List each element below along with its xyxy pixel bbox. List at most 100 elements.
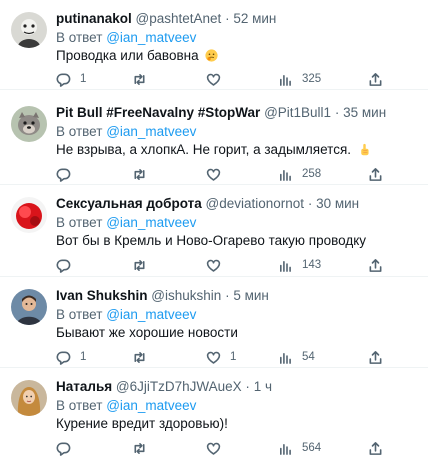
share-icon <box>369 72 382 86</box>
author-name[interactable]: Ivan Shukshin <box>56 288 148 303</box>
timestamp[interactable]: 5 мин <box>233 288 269 303</box>
timestamp[interactable]: 30 мин <box>316 196 359 211</box>
author-handle[interactable]: @6JjiTzD7hJWAueX <box>116 379 242 394</box>
author-name[interactable]: putinanakol <box>56 11 132 26</box>
separator-dot: · <box>307 196 313 211</box>
tweet-actions: 1 1 54 <box>56 347 428 367</box>
reply-prefix: В ответ <box>56 398 103 413</box>
reply-prefix: В ответ <box>56 215 103 230</box>
reply-bubble-icon <box>56 259 71 273</box>
views-bar-chart-icon <box>280 260 291 272</box>
thinking-face-icon <box>205 49 218 62</box>
retweet-icon <box>134 168 145 180</box>
reply-prefix: В ответ <box>56 30 103 45</box>
reply-mention-link[interactable]: @ian_matveev <box>106 398 196 413</box>
retweet-button[interactable] <box>132 69 156 89</box>
author-handle[interactable]: @pashtetAnet <box>136 11 222 26</box>
reply-button[interactable]: 1 <box>56 347 86 367</box>
reply-bubble-icon <box>56 168 71 182</box>
replies-feed: putinanakol @pashtetAnet · 52 мин В отве… <box>0 0 428 458</box>
share-button[interactable] <box>368 69 383 89</box>
reply-prefix: В ответ <box>56 307 103 322</box>
views-bar-chart-icon <box>280 74 291 86</box>
tweet-text-content: Бывают же хорошие новости <box>56 325 238 340</box>
pointing-up-hand-icon <box>361 143 369 156</box>
tweet[interactable]: Pit Bull #FreeNavalny #StopWar @Pit1Bull… <box>0 94 428 185</box>
reply-button[interactable] <box>56 164 80 184</box>
views-button[interactable]: 143 <box>278 255 321 275</box>
share-button[interactable] <box>368 255 383 275</box>
like-button[interactable] <box>206 255 230 275</box>
reply-bubble-icon <box>56 73 71 87</box>
tweet-header: putinanakol @pashtetAnet · 52 мин <box>56 10 424 28</box>
like-button[interactable] <box>206 438 230 458</box>
share-icon <box>369 441 382 455</box>
tweet-text-content: Вот бы в Кремль и Ново-Огарево такую про… <box>56 233 367 248</box>
author-handle[interactable]: @Pit1Bull1 <box>264 105 331 120</box>
reply-button[interactable] <box>56 255 80 275</box>
separator-dot: · <box>225 11 230 26</box>
like-button[interactable] <box>206 69 230 89</box>
views-count: 54 <box>302 351 315 363</box>
views-button[interactable]: 564 <box>278 438 321 458</box>
heart-icon <box>206 442 221 455</box>
share-button[interactable] <box>368 347 383 367</box>
reply-mention-link[interactable]: @ian_matveev <box>106 30 196 45</box>
reply-context: В ответ @ian_matveev <box>56 29 196 46</box>
retweet-button[interactable] <box>132 347 156 367</box>
avatar[interactable] <box>11 197 47 233</box>
retweet-icon <box>134 442 145 454</box>
timestamp[interactable]: 35 мин <box>343 105 386 120</box>
retweet-button[interactable] <box>132 255 156 275</box>
views-button[interactable]: 54 <box>278 347 315 367</box>
tweet-text: Вот бы в Кремль и Ново-Огарево такую про… <box>56 232 366 250</box>
reply-button[interactable] <box>56 438 80 458</box>
retweet-button[interactable] <box>132 164 156 184</box>
like-button[interactable]: 1 <box>206 347 236 367</box>
share-button[interactable] <box>368 164 383 184</box>
tweet-text: Не взрыва, а хлопкА. Не горит, а задымля… <box>56 141 371 159</box>
retweet-icon <box>134 73 145 85</box>
views-count: 143 <box>302 259 322 271</box>
tweet-header: Pit Bull #FreeNavalny #StopWar @Pit1Bull… <box>56 104 424 122</box>
avatar[interactable] <box>11 380 47 416</box>
views-bar-chart-icon <box>280 352 291 364</box>
retweet-button[interactable] <box>132 438 156 458</box>
author-handle[interactable]: @ishukshin <box>151 288 221 303</box>
reply-button[interactable]: 1 <box>56 69 86 89</box>
author-name[interactable]: Наталья <box>56 379 112 394</box>
author-name[interactable]: Pit Bull #FreeNavalny #StopWar <box>56 105 260 120</box>
reply-count: 1 <box>80 73 87 85</box>
timestamp[interactable]: 1 ч <box>254 379 272 394</box>
reply-count: 1 <box>80 351 87 363</box>
separator-dot: · <box>245 379 250 394</box>
avatar[interactable] <box>11 289 47 325</box>
share-button[interactable] <box>368 438 383 458</box>
tweet[interactable]: Наталья @6JjiTzD7hJWAueX · 1 ч В ответ @… <box>0 368 428 458</box>
heart-icon <box>206 73 221 86</box>
tweet[interactable]: putinanakol @pashtetAnet · 52 мин В отве… <box>0 0 428 90</box>
timestamp[interactable]: 52 мин <box>233 11 276 26</box>
avatar[interactable] <box>11 12 47 48</box>
tweet-actions: 564 <box>56 438 428 458</box>
avatar[interactable] <box>11 106 47 142</box>
retweet-icon <box>134 259 145 271</box>
reply-mention-link[interactable]: @ian_matveev <box>106 307 196 322</box>
tweet[interactable]: Ivan Shukshin @ishukshin · 5 мин В ответ… <box>0 277 428 368</box>
reply-bubble-icon <box>56 351 71 365</box>
tweet-actions: 258 <box>56 164 428 184</box>
reply-prefix: В ответ <box>56 124 103 139</box>
views-button[interactable]: 325 <box>278 69 321 89</box>
retweet-icon <box>134 351 145 363</box>
author-handle[interactable]: @deviationornot <box>206 196 305 211</box>
author-name[interactable]: Сексуальная доброта <box>56 196 202 211</box>
heart-icon <box>206 259 221 272</box>
tweet-header: Сексуальная доброта @deviationornot · 30… <box>56 195 424 213</box>
tweet[interactable]: Сексуальная доброта @deviationornot · 30… <box>0 185 428 277</box>
reply-mention-link[interactable]: @ian_matveev <box>106 124 196 139</box>
reply-mention-link[interactable]: @ian_matveev <box>106 215 196 230</box>
like-button[interactable] <box>206 164 230 184</box>
views-button[interactable]: 258 <box>278 164 321 184</box>
tweet-text: Проводка или бавовна <box>56 47 218 65</box>
reply-bubble-icon <box>56 442 71 456</box>
